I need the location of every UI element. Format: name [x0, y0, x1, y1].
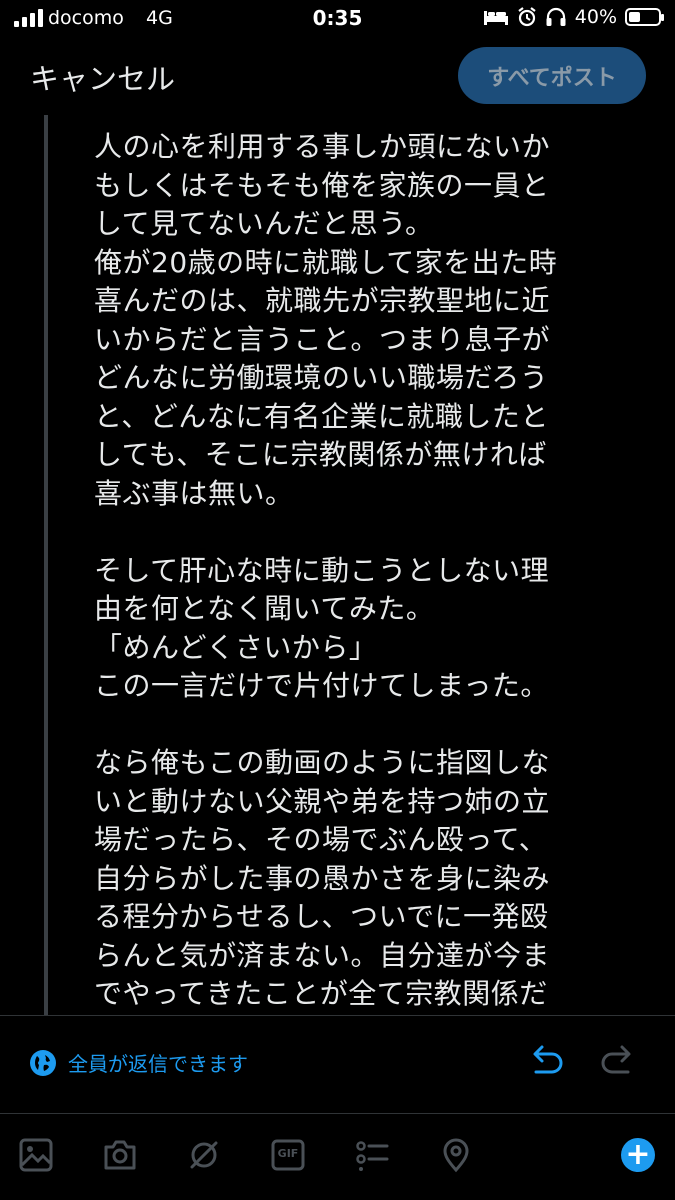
gif-label: GIF	[277, 1147, 299, 1160]
divider	[0, 1113, 675, 1114]
camera-icon[interactable]	[102, 1137, 138, 1173]
tweet-paragraph: そして肝心な時に動こうとしない理 由を何となく聞いてみた。 「めんどくさいから」…	[94, 553, 550, 703]
thread-connector-line	[44, 115, 48, 1015]
alarm-icon	[518, 7, 536, 27]
tweet-compose-text[interactable]: 人の心を利用する事しか頭にないか もしくはそもそも俺を家族の一員と して見てない…	[94, 128, 614, 1015]
battery-icon	[625, 8, 664, 26]
undo-icon[interactable]	[526, 1044, 566, 1080]
bed-icon	[483, 11, 508, 25]
cancel-button[interactable]: キャンセル	[30, 56, 175, 98]
sparkle-icon[interactable]	[186, 1137, 222, 1173]
reply-settings-label: 全員が返信できます	[68, 1052, 248, 1076]
headphones-icon	[546, 7, 566, 26]
battery-percentage: 40%	[574, 6, 617, 28]
tweet-paragraph: なら俺もこの動画のように指図しな いと動けない父親や弟を持つ姉の立 場だったら、…	[94, 746, 551, 1010]
divider	[0, 1015, 675, 1016]
status-icons: 40%	[483, 6, 664, 28]
gif-icon[interactable]: GIF	[270, 1137, 306, 1173]
poll-icon[interactable]	[354, 1137, 390, 1173]
reply-settings-button[interactable]: 全員が返信できます	[30, 1048, 248, 1077]
battery-level	[629, 12, 641, 22]
globe-icon	[30, 1049, 56, 1076]
status-bar: docomo 4G 0:35 40%	[0, 0, 675, 40]
tweet-paragraph: 人の心を利用する事しか頭にないか もしくはそもそも俺を家族の一員と して見てない…	[94, 130, 558, 510]
add-tweet-button[interactable]: +	[621, 1138, 655, 1172]
redo-icon[interactable]	[598, 1044, 638, 1080]
post-all-button[interactable]: すべてポスト	[458, 47, 646, 104]
location-icon[interactable]	[438, 1137, 474, 1173]
image-icon[interactable]	[18, 1137, 54, 1173]
